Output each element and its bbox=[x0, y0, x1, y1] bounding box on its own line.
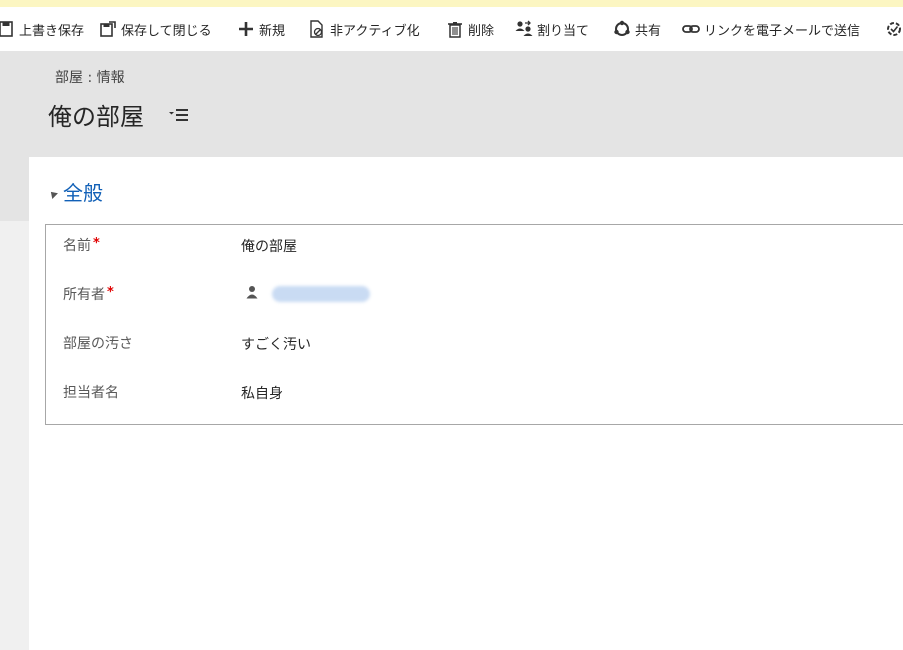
required-mark: * bbox=[107, 285, 114, 300]
left-rail bbox=[0, 221, 29, 650]
field-label-owner: 所有者 * bbox=[63, 285, 114, 303]
email-link-label: リンクを電子メールで送信 bbox=[704, 23, 861, 39]
workflow-button[interactable] bbox=[884, 7, 903, 51]
field-label-contact: 担当者名 bbox=[63, 385, 119, 401]
save-close-icon bbox=[98, 19, 118, 39]
link-icon bbox=[681, 19, 701, 39]
assign-button[interactable]: 割り当て bbox=[514, 7, 589, 51]
plus-icon bbox=[236, 19, 256, 39]
share-button[interactable]: 共有 bbox=[612, 7, 661, 51]
field-label-name: 名前 * bbox=[63, 236, 100, 254]
save-button[interactable]: 上書き保存 bbox=[0, 7, 84, 51]
section-title: 全般 bbox=[63, 181, 103, 205]
collapse-triangle-icon bbox=[48, 188, 58, 199]
notification-strip bbox=[0, 0, 903, 7]
command-bar: 上書き保存 保存して閉じる 新規 非アクティブ化 削除 割り当て 共有 リンクを… bbox=[0, 7, 903, 51]
header-gutter bbox=[0, 157, 29, 221]
share-icon bbox=[612, 19, 632, 39]
field-value-contact[interactable]: 私自身 bbox=[241, 383, 283, 403]
new-button[interactable]: 新規 bbox=[236, 7, 285, 51]
field-row-owner: 所有者 * bbox=[46, 284, 903, 314]
deactivate-button[interactable]: 非アクティブ化 bbox=[307, 7, 420, 51]
workflow-icon bbox=[884, 19, 903, 39]
delete-button[interactable]: 削除 bbox=[445, 7, 494, 51]
save-icon bbox=[0, 19, 16, 39]
form-selector-icon[interactable] bbox=[168, 106, 190, 124]
entity-type-label: 部屋 : 情報 bbox=[55, 70, 125, 86]
delete-label: 削除 bbox=[468, 23, 495, 39]
field-row-name: 名前 * 俺の部屋 bbox=[46, 235, 903, 265]
save-label: 上書き保存 bbox=[19, 23, 85, 39]
assign-icon bbox=[514, 19, 534, 39]
user-icon bbox=[246, 284, 258, 303]
required-mark: * bbox=[93, 236, 100, 251]
field-value-name[interactable]: 俺の部屋 bbox=[241, 236, 297, 256]
save-and-close-button[interactable]: 保存して閉じる bbox=[98, 7, 212, 51]
field-value-messiness[interactable]: すごく汚い bbox=[241, 334, 311, 354]
owner-name-redacted bbox=[272, 285, 370, 302]
field-row-messiness: 部屋の汚さ すごく汚い bbox=[46, 333, 903, 363]
section-general-header[interactable]: 全般 bbox=[48, 177, 103, 206]
deactivate-label: 非アクティブ化 bbox=[330, 23, 420, 39]
new-label: 新規 bbox=[259, 23, 286, 39]
save-and-close-label: 保存して閉じる bbox=[121, 23, 212, 39]
trash-icon bbox=[445, 19, 465, 39]
general-fields: 名前 * 俺の部屋 所有者 * 部屋の汚さ すごく汚い 担当者名 私自身 bbox=[45, 224, 903, 425]
record-title: 俺の部屋 bbox=[48, 103, 144, 131]
deactivate-icon bbox=[307, 19, 327, 39]
field-label-messiness: 部屋の汚さ bbox=[63, 336, 133, 352]
field-value-owner[interactable] bbox=[246, 284, 370, 303]
email-link-button[interactable]: リンクを電子メールで送信 bbox=[681, 7, 860, 51]
assign-label: 割り当て bbox=[537, 23, 590, 39]
share-label: 共有 bbox=[635, 23, 662, 39]
field-row-contact: 担当者名 私自身 bbox=[46, 382, 903, 412]
